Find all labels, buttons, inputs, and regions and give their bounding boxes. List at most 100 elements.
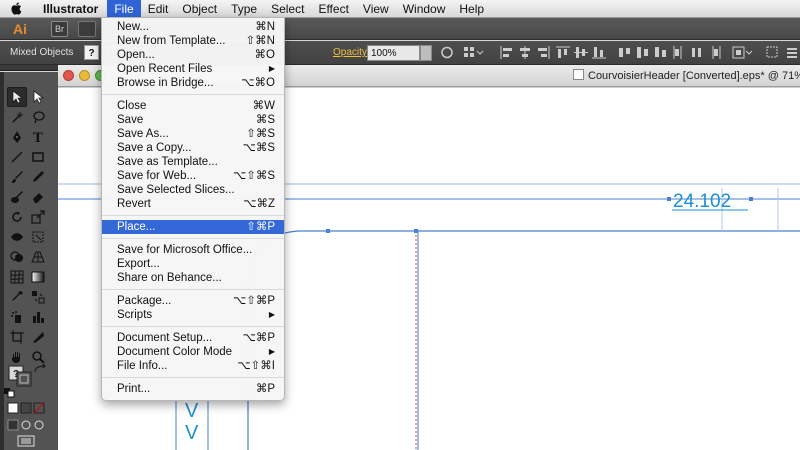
menu-separator xyxy=(102,326,284,327)
menu-item-place[interactable]: Place... ⇧⌘P xyxy=(102,220,284,234)
pencil-tool-icon[interactable] xyxy=(28,167,48,187)
menu-view[interactable]: View xyxy=(356,0,396,18)
menu-item-save-a-copy[interactable]: Save a Copy... ⌥⌘S xyxy=(102,141,284,155)
help-icon[interactable]: ? xyxy=(84,45,99,60)
menu-item-shortcut: ⌥⇧⌘P xyxy=(232,295,275,307)
perspective-grid-tool-icon[interactable] xyxy=(28,247,48,267)
distribute-middle-icon[interactable] xyxy=(636,46,650,59)
menu-item-package[interactable]: Package... ⌥⇧⌘P xyxy=(102,294,284,308)
menu-item-new-from-template[interactable]: New from Template... ⇧⌘N xyxy=(102,34,284,48)
menu-item-document-setup[interactable]: Document Setup... ⌥⌘P xyxy=(102,331,284,345)
menu-item-save[interactable]: Save ⌘S xyxy=(102,113,284,127)
align-left-icon[interactable] xyxy=(500,46,514,59)
fill-stroke-icon[interactable]: ? xyxy=(8,365,32,387)
blob-brush-tool-icon[interactable] xyxy=(7,187,27,207)
align-to-icon[interactable] xyxy=(732,46,754,59)
menu-select[interactable]: Select xyxy=(264,0,311,18)
align-right-icon[interactable] xyxy=(536,46,550,59)
column-graph-tool-icon[interactable] xyxy=(28,307,48,327)
menu-item-save-selected-slices[interactable]: Save Selected Slices... xyxy=(102,183,284,197)
menu-item-save-as-template[interactable]: Save as Template... xyxy=(102,155,284,169)
document-tab[interactable]: CourvoisierHeader [Converted].eps* @ 71%… xyxy=(573,65,800,87)
menu-item-file-info[interactable]: File Info... ⌥⇧⌘I xyxy=(102,359,284,373)
symbol-sprayer-tool-icon[interactable] xyxy=(7,307,27,327)
apple-icon[interactable] xyxy=(10,2,24,15)
close-window-icon[interactable] xyxy=(63,70,74,81)
opacity-input[interactable]: 100% xyxy=(367,45,420,61)
default-fill-stroke-icon[interactable] xyxy=(4,388,16,398)
bridge-button[interactable]: Br xyxy=(51,21,68,37)
distribute-right-icon[interactable] xyxy=(708,46,722,59)
menu-item-save-as[interactable]: Save As... ⇧⌘S xyxy=(102,127,284,141)
menu-object[interactable]: Object xyxy=(175,0,224,18)
swap-fill-stroke-icon[interactable] xyxy=(34,364,48,374)
distribute-bottom-icon[interactable] xyxy=(654,46,668,59)
eraser-tool-icon[interactable] xyxy=(28,187,48,207)
selection-tool-icon[interactable] xyxy=(7,87,27,107)
lasso-tool-icon[interactable] xyxy=(28,107,48,127)
hand-tool-icon[interactable] xyxy=(7,347,27,367)
line-segment-tool-icon[interactable] xyxy=(7,147,27,167)
direct-selection-tool-icon[interactable] xyxy=(28,87,48,107)
opacity-label[interactable]: Opacity: xyxy=(333,47,370,58)
eyedropper-tool-icon[interactable] xyxy=(7,287,27,307)
align-middle-icon[interactable] xyxy=(574,46,588,59)
menu-type[interactable]: Type xyxy=(224,0,264,18)
minimize-window-icon[interactable] xyxy=(79,70,90,81)
scale-tool-icon[interactable] xyxy=(28,207,48,227)
menu-item-print[interactable]: Print... ⌘P xyxy=(102,382,284,396)
menu-item-export[interactable]: Export... xyxy=(102,257,284,271)
menu-help[interactable]: Help xyxy=(452,0,491,18)
panel-menu-icon[interactable] xyxy=(786,46,798,59)
color-mode-buttons[interactable] xyxy=(6,402,54,414)
menu-edit[interactable]: Edit xyxy=(141,0,176,18)
align-bottom-icon[interactable] xyxy=(592,46,606,59)
menu-item-open-recent-files[interactable]: Open Recent Files ▶ xyxy=(102,62,284,76)
slice-tool-icon[interactable] xyxy=(28,327,48,347)
distribute-left-icon[interactable] xyxy=(672,46,686,59)
menu-item-revert[interactable]: Revert ⌥⌘Z xyxy=(102,197,284,211)
recolor-icon[interactable] xyxy=(440,46,454,59)
menu-item-scripts[interactable]: Scripts ▶ xyxy=(102,308,284,322)
align-center-icon[interactable] xyxy=(518,46,532,59)
menu-item-document-color-mode[interactable]: Document Color Mode ▶ xyxy=(102,345,284,359)
screen-mode-icon[interactable] xyxy=(16,434,38,448)
drawing-mode-buttons[interactable] xyxy=(6,418,54,432)
tools-panel-grip[interactable] xyxy=(0,65,58,71)
rotate-tool-icon[interactable] xyxy=(7,207,27,227)
menu-file[interactable]: File xyxy=(107,0,141,18)
transform-icon[interactable] xyxy=(766,46,780,59)
menu-window[interactable]: Window xyxy=(396,0,453,18)
menu-app-name[interactable]: Illustrator xyxy=(36,0,107,18)
paintbrush-tool-icon[interactable] xyxy=(7,167,27,187)
gradient-tool-icon[interactable] xyxy=(28,267,48,287)
menu-item-new[interactable]: New... ⌘N xyxy=(102,20,284,34)
blend-tool-icon[interactable] xyxy=(28,287,48,307)
align-top-icon[interactable] xyxy=(556,46,570,59)
menu-item-label: Browse in Bridge... xyxy=(117,77,214,89)
shape-builder-tool-icon[interactable] xyxy=(7,247,27,267)
width-tool-icon[interactable] xyxy=(7,227,27,247)
artboard-tool-icon[interactable] xyxy=(7,327,27,347)
menu-item-open[interactable]: Open... ⌘O xyxy=(102,48,284,62)
submenu-arrow-icon: ▶ xyxy=(268,347,275,356)
menu-item-browse-in-bridge[interactable]: Browse in Bridge... ⌥⌘O xyxy=(102,76,284,90)
distribute-center-icon[interactable] xyxy=(690,46,704,59)
anchor-point xyxy=(414,229,418,233)
mesh-tool-icon[interactable] xyxy=(7,267,27,287)
pen-tool-icon[interactable] xyxy=(7,127,27,147)
menu-item-share-on-behance[interactable]: Share on Behance... xyxy=(102,271,284,285)
menu-item-save-for-microsoft-office[interactable]: Save for Microsoft Office... xyxy=(102,243,284,257)
free-transform-tool-icon[interactable] xyxy=(28,227,48,247)
distribute-top-icon[interactable] xyxy=(618,46,632,59)
arrange-documents-button[interactable] xyxy=(78,21,96,37)
menu-item-save-for-web[interactable]: Save for Web... ⌥⇧⌘S xyxy=(102,169,284,183)
type-tool-icon[interactable]: T xyxy=(28,127,48,147)
menu-item-label: Document Color Mode xyxy=(117,346,233,358)
align-grid-icon[interactable] xyxy=(463,46,485,59)
rectangle-tool-icon[interactable] xyxy=(28,147,48,167)
magic-wand-tool-icon[interactable] xyxy=(7,107,27,127)
opacity-dropdown-button[interactable] xyxy=(420,45,432,61)
menu-effect[interactable]: Effect xyxy=(311,0,355,18)
menu-item-close[interactable]: Close ⌘W xyxy=(102,99,284,113)
